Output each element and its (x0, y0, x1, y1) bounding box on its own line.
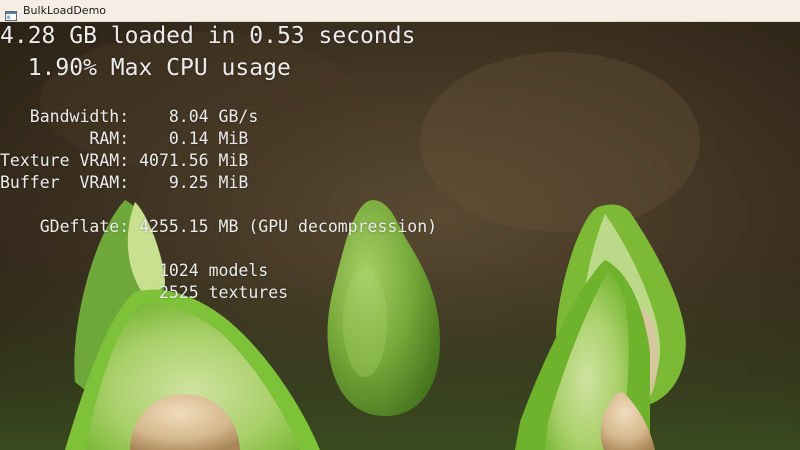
app-window-icon (5, 6, 17, 21)
app-window: BulkLoadDemo 4.28 GB loaded in 0.53 seco… (0, 0, 800, 450)
title-bar[interactable]: BulkLoadDemo (0, 0, 800, 22)
window-title: BulkLoadDemo (23, 4, 107, 17)
avocado-scene (0, 22, 800, 450)
render-viewport[interactable]: 4.28 GB loaded in 0.53 seconds 1.90% Max… (0, 22, 800, 450)
